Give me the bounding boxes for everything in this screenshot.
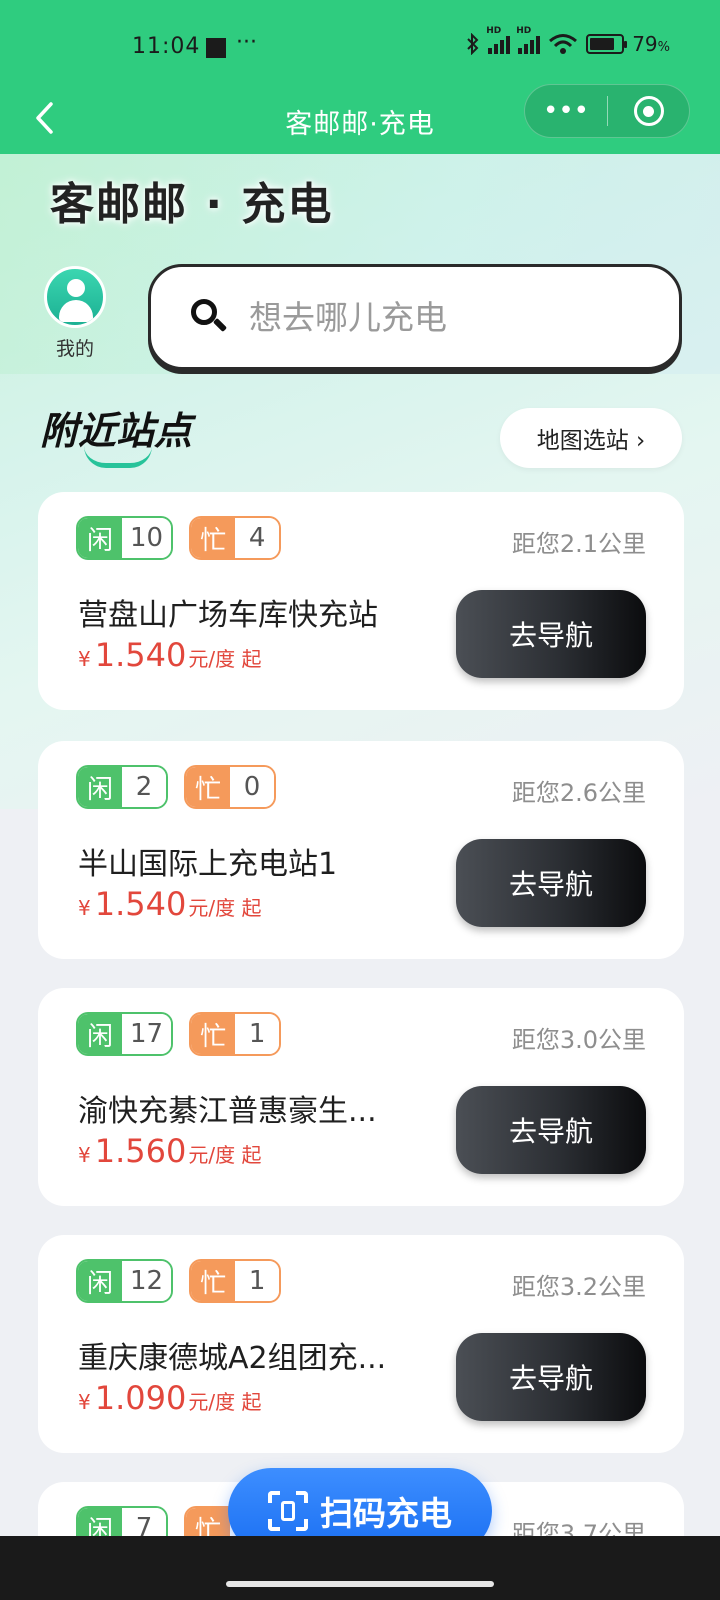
scan-charge-label: 扫码充电 [320, 1494, 452, 1533]
station-price: ¥1.560 元/度 起 [78, 1132, 261, 1170]
price-unit: 元/度 起 [188, 1143, 262, 1167]
close-miniprogram-button[interactable] [608, 96, 689, 126]
miniprogram-capsule: ••• [524, 84, 690, 138]
brand-logo-title: 客邮邮 · 充电 [50, 179, 334, 230]
price-unit: 元/度 起 [188, 896, 262, 920]
price-value: 1.560 [94, 1132, 187, 1170]
navigate-button[interactable]: 去导航 [456, 839, 646, 927]
availability-tags: 闲 10 忙4 [76, 516, 282, 560]
more-button[interactable]: ••• [525, 98, 607, 124]
station-name: 营盘山广场车库快充站 [78, 598, 378, 633]
station-card[interactable]: 闲 10 忙4 距您2.1公里 营盘山广场车库快充站 ¥1.540 元/度 起 去导… [38, 492, 684, 710]
availability-tags: 闲 17 忙1 [76, 1012, 282, 1056]
busy-label: 忙 [186, 1508, 230, 1536]
station-price: ¥1.540 元/度 起 [78, 885, 261, 923]
free-count: 7 [122, 1508, 166, 1536]
battery-unit: % [657, 40, 670, 55]
station-card[interactable]: 闲2 忙0 距您2.6公里 半山国际上充电站1 ¥1.540 元/度 起 去导航 [38, 741, 684, 959]
battery-percent: 79 [632, 32, 658, 56]
busy-label: 忙 [191, 518, 236, 558]
bluetooth-icon [467, 33, 479, 55]
station-distance: 距您2.1公里 [511, 530, 646, 558]
user-icon [44, 266, 106, 328]
free-count: 10 [122, 518, 172, 558]
free-count-tag: 闲 12 [76, 1259, 174, 1303]
free-label: 闲 [78, 1508, 122, 1536]
free-count-tag: 闲 17 [76, 1012, 174, 1056]
scan-icon [268, 1491, 308, 1531]
signal-icon: HD [486, 26, 511, 54]
target-icon [633, 96, 664, 126]
network-label-2: HD [516, 26, 532, 36]
station-price: ¥1.540 元/度 起 [78, 636, 261, 674]
price-currency: ¥ [78, 1143, 91, 1167]
price-unit: 元/度 起 [188, 647, 262, 671]
station-name: 半山国际上充电站1 [78, 847, 338, 882]
busy-count: 1 [235, 1261, 280, 1301]
station-distance: 距您2.6公里 [511, 779, 646, 807]
busy-count-tag: 忙0 [184, 765, 276, 809]
free-label: 闲 [78, 1261, 122, 1301]
price-currency: ¥ [78, 896, 91, 920]
price-value: 1.540 [94, 636, 187, 674]
wifi-icon [549, 34, 578, 54]
busy-label: 忙 [186, 767, 230, 807]
battery-icon [586, 34, 628, 54]
price-currency: ¥ [78, 647, 91, 671]
free-count: 17 [122, 1014, 172, 1054]
free-count: 12 [122, 1261, 172, 1301]
station-distance: 距您3.2公里 [511, 1273, 646, 1301]
free-count: 2 [122, 767, 166, 807]
system-navigation-bar [0, 1536, 720, 1600]
availability-tags: 闲2 忙0 [76, 765, 276, 809]
free-count-tag: 闲2 [76, 765, 168, 809]
search-icon [189, 297, 229, 337]
navigate-button[interactable]: 去导航 [456, 590, 646, 678]
free-label: 闲 [78, 518, 122, 558]
notification-square-icon [206, 38, 226, 58]
availability-tags: 闲 12 忙1 [76, 1259, 282, 1303]
network-label: HD [486, 26, 502, 36]
hero-background [0, 154, 720, 809]
navigate-button[interactable]: 去导航 [456, 1086, 646, 1174]
busy-count: 1 [235, 1014, 280, 1054]
free-count-tag: 闲7 [76, 1506, 168, 1536]
free-count-tag: 闲 10 [76, 516, 174, 560]
status-icons: HD HD 79% [466, 26, 670, 56]
busy-count: 4 [235, 518, 280, 558]
busy-count-tag: 忙1 [189, 1259, 282, 1303]
busy-label: 忙 [191, 1261, 236, 1301]
profile-label: 我的 [55, 338, 94, 360]
navigate-button[interactable]: 去导航 [456, 1333, 646, 1421]
station-card[interactable]: 闲 12 忙1 距您3.2公里 重庆康德城A2组团充... ¥1.090 元/度 起… [38, 1235, 684, 1453]
home-indicator[interactable] [226, 1581, 494, 1587]
free-label: 闲 [78, 1014, 122, 1054]
busy-count: 0 [230, 767, 274, 807]
station-price: ¥1.090 元/度 起 [78, 1379, 261, 1417]
price-value: 1.090 [94, 1379, 187, 1417]
signal-icon-2: HD [516, 26, 541, 54]
busy-label: 忙 [191, 1014, 236, 1054]
busy-count-tag: 忙1 [189, 1012, 282, 1056]
station-distance: 距您3.7公里 [511, 1520, 646, 1536]
search-input[interactable] [249, 297, 609, 337]
price-value: 1.540 [94, 885, 187, 923]
app-header: 客邮邮·充电 ••• [0, 84, 720, 154]
station-name: 渝快充綦江普惠豪生... [78, 1094, 377, 1129]
price-currency: ¥ [78, 1390, 91, 1414]
notification-more-icon: ··· [236, 30, 257, 55]
status-time: 11:04 [132, 34, 201, 59]
status-bar: 11:04 ··· HD HD 79% [0, 0, 720, 84]
busy-count-tag: 忙4 [189, 516, 282, 560]
station-name: 重庆康德城A2组团充... [78, 1341, 387, 1376]
station-distance: 距您3.0公里 [511, 1026, 646, 1054]
profile-entry[interactable]: 我的 [42, 266, 108, 361]
map-select-button[interactable]: 地图选站 › [500, 408, 682, 468]
station-card[interactable]: 闲 17 忙1 距您3.0公里 渝快充綦江普惠豪生... ¥1.560 元/度 起 … [38, 988, 684, 1206]
free-label: 闲 [78, 767, 122, 807]
price-unit: 元/度 起 [188, 1390, 262, 1414]
search-bar[interactable] [148, 264, 682, 370]
